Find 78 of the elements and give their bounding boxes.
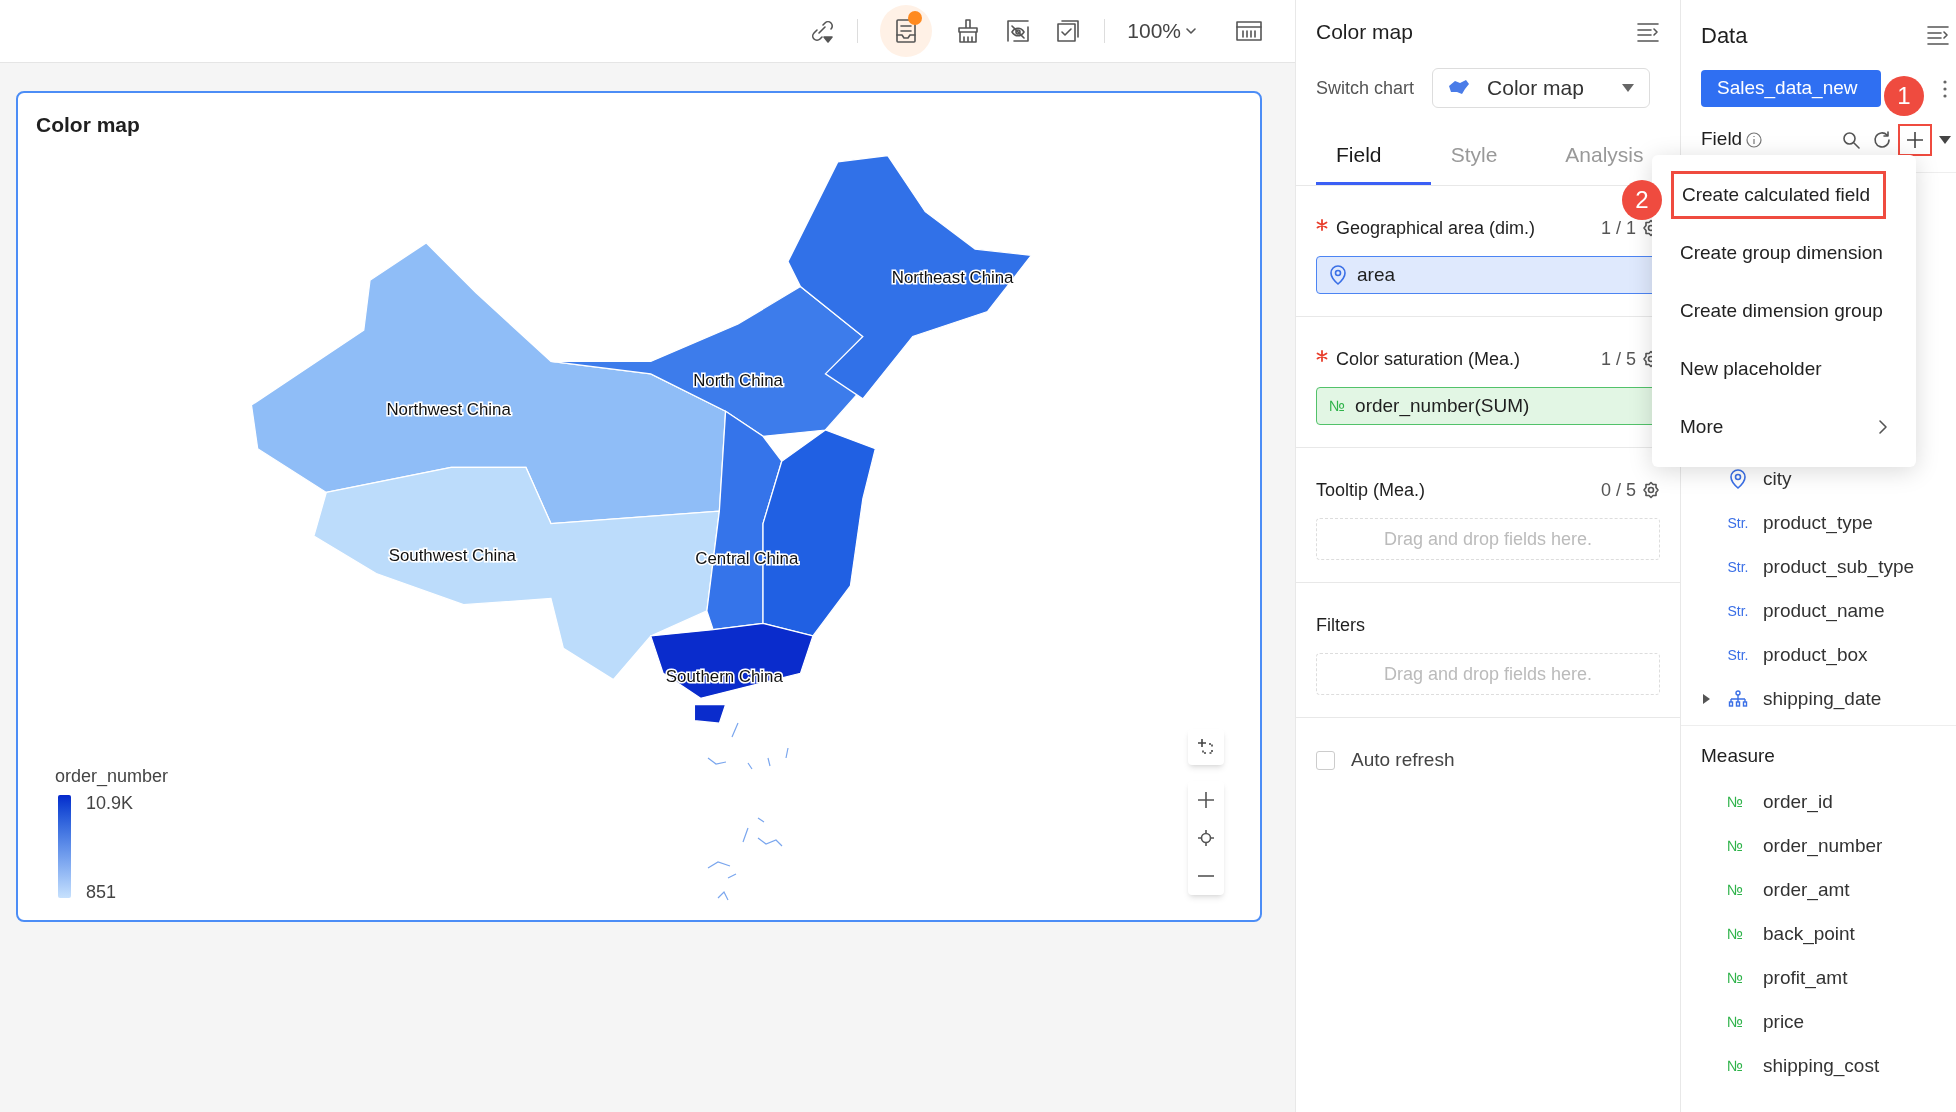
minus-icon	[1197, 874, 1215, 878]
refresh-icon[interactable]	[1872, 129, 1892, 150]
region-label: Northwest China	[386, 400, 511, 420]
plus-icon	[1197, 791, 1215, 809]
measure-field-item[interactable]: № shipping_cost	[1681, 1044, 1956, 1089]
string-type-icon: Str.	[1727, 556, 1749, 578]
number-type-icon: №	[1329, 394, 1346, 418]
menu-item[interactable]: More	[1672, 403, 1896, 451]
collapse-panel-icon[interactable]	[1636, 20, 1660, 43]
location-pin-icon	[1729, 469, 1747, 489]
dimension-field-item[interactable]: Str. product_box	[1681, 633, 1956, 677]
hierarchy-icon	[1728, 690, 1748, 708]
expand-caret-icon[interactable]	[1701, 693, 1711, 705]
section-label: Tooltip (Mea.)	[1316, 478, 1427, 502]
box-zoom-icon	[1196, 737, 1216, 757]
measure-field-item[interactable]: № profit_amt	[1681, 956, 1956, 1001]
legend-min-label: 851	[86, 881, 117, 904]
menu-item[interactable]: Create dimension group	[1672, 287, 1896, 335]
dimension-field-item[interactable]: city	[1681, 457, 1956, 501]
table-icon[interactable]	[1235, 19, 1263, 43]
string-type-icon: Str.	[1727, 644, 1749, 666]
box-zoom-button[interactable]	[1188, 729, 1224, 765]
region-label: Southern China	[665, 667, 783, 687]
number-type-icon: №	[1727, 879, 1749, 902]
dropdown-arrow-icon	[1621, 83, 1636, 93]
number-type-icon: №	[1727, 1011, 1749, 1034]
search-icon[interactable]	[1842, 130, 1860, 149]
panel-title: Color map	[1316, 18, 1413, 45]
crosshair-icon	[1197, 829, 1215, 847]
panel-tab[interactable]: Field	[1316, 138, 1431, 185]
menu-item[interactable]: Create calculated field	[1671, 171, 1886, 219]
auto-refresh-checkbox[interactable]: Auto refresh	[1296, 718, 1680, 775]
field-count: 0 / 5	[1600, 478, 1636, 502]
measure-heading: Measure	[1700, 744, 1776, 768]
dropdown-arrow-icon[interactable]	[1938, 134, 1952, 145]
measure-field-item[interactable]: № back_point	[1681, 912, 1956, 957]
menu-item[interactable]: Create group dimension	[1672, 229, 1896, 277]
measure-field-item[interactable]: № price	[1681, 1000, 1956, 1045]
section-label: Filters	[1316, 613, 1366, 637]
region-label: Southwest China	[388, 546, 516, 566]
dimension-field-item[interactable]: Str. product_type	[1681, 501, 1956, 545]
region-label: Northeast China	[891, 267, 1014, 287]
section-label: Geographical area (dim.)	[1336, 216, 1537, 240]
measure-field-item[interactable]: № order_id	[1681, 780, 1956, 825]
measure-field-item[interactable]: № order_amt	[1681, 868, 1956, 913]
legend-max-label: 10.9K	[86, 792, 134, 815]
string-type-icon: Str.	[1727, 512, 1749, 534]
dimension-field-item[interactable]: shipping_date	[1681, 677, 1956, 721]
legend-title: order_number	[55, 765, 169, 789]
chart-type-dropdown[interactable]: Color map	[1432, 68, 1651, 108]
field-count: 1 / 5	[1600, 347, 1636, 371]
checkbox-box[interactable]	[1316, 750, 1335, 770]
dataset-button[interactable]: Sales_data_new	[1701, 70, 1881, 107]
more-vertical-icon[interactable]	[1943, 79, 1947, 98]
section-label: Color saturation (Mea.)	[1336, 347, 1522, 371]
zoom-dropdown[interactable]: 100%	[1127, 15, 1197, 47]
location-pin-icon	[1329, 265, 1347, 285]
number-type-icon: №	[1727, 1055, 1749, 1078]
chevron-down-icon	[1185, 27, 1197, 35]
region-label: North China	[693, 371, 783, 391]
dimension-field-item[interactable]: Str. product_sub_type	[1681, 545, 1956, 589]
collapse-panel-icon[interactable]	[1926, 24, 1950, 46]
add-field-button[interactable]	[1898, 123, 1932, 156]
settings-icon[interactable]	[1642, 481, 1660, 499]
field-label: Field	[1701, 127, 1743, 152]
measure-field-item[interactable]: № order_number	[1681, 824, 1956, 869]
chart-title: Color map	[36, 112, 140, 138]
number-type-icon: №	[1727, 923, 1749, 946]
dimension-field-item[interactable]: Str. product_name	[1681, 589, 1956, 633]
panel-title: Data	[1701, 21, 1748, 50]
number-type-icon: №	[1727, 967, 1749, 990]
switch-chart-label: Switch chart	[1316, 76, 1415, 100]
string-type-icon: Str.	[1727, 600, 1749, 622]
number-type-icon: №	[1727, 835, 1749, 858]
number-type-icon: №	[1727, 791, 1749, 814]
info-icon[interactable]	[1746, 131, 1763, 148]
menu-item[interactable]: New placeholder	[1672, 345, 1896, 393]
plus-icon	[1906, 130, 1924, 149]
